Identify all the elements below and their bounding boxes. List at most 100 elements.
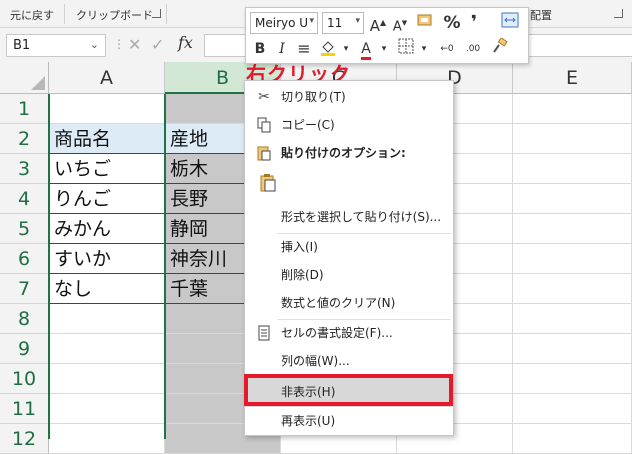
font-name-value: Meiryo U <box>255 16 309 30</box>
chevron-down-icon[interactable]: ⌄ <box>90 38 99 51</box>
fill-color-icon[interactable] <box>318 38 338 60</box>
cell-e9[interactable] <box>513 334 632 364</box>
cell-e5[interactable] <box>513 214 632 244</box>
row-header-5[interactable]: 5 <box>0 214 49 244</box>
cell-a1[interactable] <box>49 94 165 124</box>
cell-a2[interactable]: 商品名 <box>49 124 165 154</box>
percent-button[interactable]: % <box>442 12 462 34</box>
menu-item-label: 切り取り(T) <box>281 90 346 104</box>
row-header-2[interactable]: 2 <box>0 124 49 154</box>
chevron-down-icon[interactable]: ▾ <box>336 38 356 60</box>
enter-icon[interactable]: ✓ <box>151 35 164 54</box>
font-name-box[interactable]: Meiryo U ▾ <box>250 12 318 34</box>
decrease-decimal-button[interactable]: .00 <box>460 38 486 60</box>
menu-item-format-cells[interactable]: セルの書式設定(F)... <box>245 319 453 347</box>
row-header-1[interactable]: 1 <box>0 94 49 124</box>
insert-function-button[interactable]: fx <box>178 33 193 52</box>
more-icon: ⋮ <box>113 37 125 51</box>
cell-a9[interactable] <box>49 334 165 364</box>
alignment-group-label: 配置 <box>530 9 552 22</box>
shrink-font-button[interactable]: A▼ <box>390 12 410 34</box>
cell-a10[interactable] <box>49 364 165 394</box>
column-header-a[interactable]: A <box>49 62 165 94</box>
bold-button[interactable]: B <box>250 38 270 60</box>
cell-e12[interactable] <box>513 424 632 454</box>
column-header-e[interactable]: E <box>513 62 632 94</box>
cell-e8[interactable] <box>513 304 632 334</box>
cell-e4[interactable] <box>513 184 632 214</box>
row-header-6[interactable]: 6 <box>0 244 49 274</box>
menu-item-paste-special[interactable]: 形式を選択して貼り付け(S)... <box>245 203 453 231</box>
menu-item-copy[interactable]: コピー(C) <box>245 111 453 139</box>
selection-border <box>164 94 166 439</box>
cancel-icon[interactable]: ✕ <box>128 35 141 54</box>
increase-decimal-button[interactable]: ←0 <box>434 38 460 60</box>
italic-button[interactable]: I <box>272 38 292 60</box>
menu-item-unhide[interactable]: 再表示(U) <box>245 407 453 435</box>
menu-item-clear-contents[interactable]: 数式と値のクリア(N) <box>245 289 453 317</box>
paste-icon <box>255 139 273 171</box>
row-header-11[interactable]: 11 <box>0 394 49 424</box>
name-box[interactable]: B1 ⌄ <box>6 34 106 57</box>
row-header-12[interactable]: 12 <box>0 424 49 454</box>
shrink-font-icon: A <box>392 19 402 35</box>
menu-item-label: 貼り付けのオプション: <box>281 146 406 160</box>
cell-e1[interactable] <box>513 94 632 124</box>
cell-e2[interactable] <box>513 124 632 154</box>
cell-e6[interactable] <box>513 244 632 274</box>
selection-border <box>48 94 50 439</box>
menu-item-label: コピー(C) <box>281 118 335 132</box>
menu-item-delete[interactable]: 削除(D) <box>245 261 453 289</box>
cell-a4[interactable]: りんご <box>49 184 165 214</box>
format-painter-icon[interactable] <box>490 37 510 60</box>
cell-a12[interactable] <box>49 424 165 454</box>
comma-style-button[interactable]: ❜ <box>464 12 484 34</box>
cell-e3[interactable] <box>513 154 632 184</box>
ribbon-separator <box>64 4 65 24</box>
merge-center-icon[interactable] <box>500 12 520 34</box>
font-color-icon: A <box>361 41 371 60</box>
menu-item-cut[interactable]: ✂ 切り取り(T) <box>245 83 453 111</box>
menu-item-insert[interactable]: 挿入(I) <box>245 233 453 261</box>
paste-option-button[interactable] <box>257 173 279 197</box>
row-header-8[interactable]: 8 <box>0 304 49 334</box>
font-color-button[interactable]: A <box>356 38 376 60</box>
chevron-down-icon[interactable]: ▾ <box>414 38 434 60</box>
font-size-box[interactable]: 11 ▾ <box>322 12 364 34</box>
alignment-launcher-icon[interactable] <box>614 9 623 18</box>
grow-font-button[interactable]: A▲ <box>368 12 388 35</box>
number-format-icon[interactable] <box>416 12 436 34</box>
cell-a8[interactable] <box>49 304 165 334</box>
cut-icon: ✂ <box>258 89 270 105</box>
cell-a7[interactable]: なし <box>49 274 165 304</box>
row-header-9[interactable]: 9 <box>0 334 49 364</box>
select-all-button[interactable] <box>0 62 49 94</box>
cell-e7[interactable] <box>513 274 632 304</box>
menu-item-paste-options: 貼り付けのオプション: <box>245 139 453 167</box>
row-header-4[interactable]: 4 <box>0 184 49 214</box>
row-header-7[interactable]: 7 <box>0 274 49 304</box>
cell-a6[interactable]: すいか <box>49 244 165 274</box>
row-header-3[interactable]: 3 <box>0 154 49 184</box>
font-size-value: 11 <box>327 16 343 30</box>
menu-item-label: 再表示(U) <box>281 414 336 428</box>
cell-a3[interactable]: いちご <box>49 154 165 184</box>
cell-e10[interactable] <box>513 364 632 394</box>
chevron-down-icon[interactable]: ▾ <box>374 38 394 60</box>
chevron-down-icon[interactable]: ▾ <box>355 16 360 26</box>
cell-e11[interactable] <box>513 394 632 424</box>
row-header-10[interactable]: 10 <box>0 364 49 394</box>
undo-group-label: 元に戻す <box>10 9 54 22</box>
cell-a5[interactable]: みかん <box>49 214 165 244</box>
borders-icon[interactable] <box>396 38 416 60</box>
clipboard-launcher-icon[interactable] <box>152 9 161 18</box>
name-box-value: B1 <box>13 38 31 53</box>
ribbon-separator <box>166 4 167 24</box>
menu-item-label: 形式を選択して貼り付け(S)... <box>281 210 442 224</box>
menu-item-column-width[interactable]: 列の幅(W)... <box>245 347 453 375</box>
align-center-button[interactable]: ≡ <box>294 38 314 60</box>
clipboard-group-label: クリップボード <box>76 9 153 22</box>
chevron-down-icon[interactable]: ▾ <box>309 16 314 26</box>
cell-a11[interactable] <box>49 394 165 424</box>
menu-item-label: 挿入(I) <box>281 240 318 254</box>
